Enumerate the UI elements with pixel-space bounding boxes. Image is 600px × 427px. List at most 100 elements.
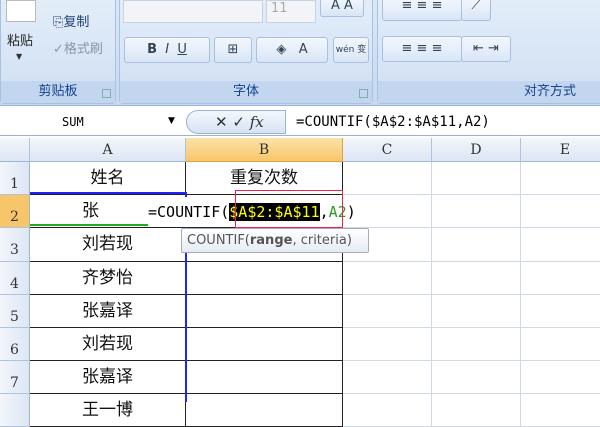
cell-b6[interactable] <box>186 328 343 361</box>
cell-c6[interactable] <box>343 328 432 361</box>
ribbon: 粘贴 ▼ ⎘复制 ✓格式刷 剪贴板 11 A A B I U ⊞ ◈ A wén… <box>0 0 600 106</box>
cell-a4[interactable]: 齐梦怡 <box>30 262 186 295</box>
phonetic-button[interactable]: wén 变 <box>333 37 369 63</box>
row-header-3[interactable]: 3 <box>0 228 30 262</box>
cell-d4[interactable] <box>432 262 521 295</box>
tooltip-range-arg: range <box>249 233 293 248</box>
cell-d2[interactable] <box>432 195 521 228</box>
cell-c8[interactable] <box>343 394 432 427</box>
cell-c5[interactable] <box>343 295 432 328</box>
name-box-dropdown-icon[interactable]: ▼ <box>168 116 175 126</box>
name-box[interactable]: SUM <box>0 110 183 134</box>
cell-c7[interactable] <box>343 361 432 394</box>
clipboard-group: 粘贴 ▼ ⎘复制 ✓格式刷 剪贴板 <box>0 0 116 104</box>
vertical-align-buttons[interactable]: ≡ ≡ ≡ <box>382 0 462 21</box>
cell-e7[interactable] <box>521 361 600 394</box>
cancel-button[interactable]: ✕ <box>215 113 228 131</box>
fill-and-font-color: ◈ A <box>256 37 328 63</box>
paste-icon <box>6 0 36 22</box>
cell-d5[interactable] <box>432 295 521 328</box>
function-tooltip: COUNTIF(range, criteria) <box>181 228 369 253</box>
insert-function-button[interactable]: fx <box>250 113 264 131</box>
cell-a6[interactable]: 刘若现 <box>30 328 186 361</box>
font-color-button[interactable]: A <box>299 42 308 57</box>
column-header-e[interactable]: E <box>521 138 600 162</box>
copy-label: 复制 <box>63 15 90 30</box>
cell-e2[interactable] <box>521 195 600 228</box>
row-header-4[interactable]: 4 <box>0 262 30 295</box>
cell-a8[interactable]: 王一博 <box>30 394 186 427</box>
row-header-6[interactable]: 6 <box>0 328 30 361</box>
cell-e5[interactable] <box>521 295 600 328</box>
underline-button[interactable]: U <box>177 42 187 57</box>
enter-button[interactable]: ✓ <box>232 113 245 131</box>
cell-e6[interactable] <box>521 328 600 361</box>
cell-c2[interactable] <box>343 195 432 228</box>
format-painter-label: 格式刷 <box>63 42 103 57</box>
cell-e4[interactable] <box>521 262 600 295</box>
column-header-c[interactable]: C <box>343 138 432 162</box>
spreadsheet-grid: A B C D E 1 姓名 重复次数 2 张 3 刘若现 4 齐梦怡 5 张嘉译 6 刘若现 7 张嘉译王… <box>0 138 600 427</box>
column-header-d[interactable]: D <box>432 138 521 162</box>
cell-e1[interactable] <box>521 162 600 195</box>
cell-a7[interactable]: 张嘉译 <box>30 361 186 394</box>
column-header-a[interactable]: A <box>30 138 186 162</box>
font-group: 11 A A B I U ⊞ ◈ A wén 变 字体 <box>119 0 373 104</box>
cell-b5[interactable] <box>186 295 343 328</box>
paste-dropdown-icon[interactable]: ▼ <box>16 52 22 61</box>
row-header-2[interactable]: 2 <box>0 195 30 228</box>
orientation-button[interactable]: ⟋ <box>461 0 491 21</box>
clipboard-group-label: 剪贴板 <box>1 81 115 103</box>
cell-a3[interactable]: 刘若现 <box>30 228 186 262</box>
grow-shrink-font-buttons[interactable]: A A <box>320 0 364 17</box>
cell-c1[interactable] <box>343 162 432 195</box>
cell-e8[interactable] <box>521 394 600 427</box>
font-size-select[interactable]: 11 <box>266 0 316 23</box>
cell-c4[interactable] <box>343 262 432 295</box>
row-header-5[interactable]: 5 <box>0 295 30 328</box>
select-all-button[interactable] <box>0 138 30 162</box>
range-highlight-box <box>235 190 343 228</box>
paste-button[interactable]: 粘贴 <box>7 30 33 49</box>
format-painter-button[interactable]: ✓格式刷 <box>53 38 103 57</box>
formula-prefix: =COUNTIF( <box>148 203 230 221</box>
cell-e3[interactable] <box>521 228 600 262</box>
copy-button[interactable]: ⎘复制 <box>53 11 89 30</box>
cell-b7[interactable] <box>186 361 343 394</box>
font-group-label: 字体 <box>120 81 372 103</box>
cell-a5[interactable]: 张嘉译 <box>30 295 186 328</box>
font-name-select[interactable] <box>123 0 263 23</box>
alignment-group-label: 对齐方式 <box>378 81 600 103</box>
clipboard-launcher-icon[interactable] <box>102 89 111 98</box>
tooltip-function: COUNTIF( <box>187 233 250 248</box>
tooltip-criteria-arg: , criteria) <box>292 233 352 248</box>
formula-close-paren: ) <box>346 203 356 221</box>
formula-input[interactable]: =COUNTIF($A$2:$A$11,A2) <box>296 110 490 134</box>
formula-bar: SUM ▼ ✕ ✓ fx =COUNTIF($A$2:$A$11,A2) <box>0 108 600 136</box>
copy-icon: ⎘ <box>53 15 64 30</box>
indent-buttons[interactable]: ⇤ ⇥ <box>461 36 511 62</box>
cell-a1[interactable]: 姓名 <box>30 162 186 195</box>
cell-d7[interactable] <box>432 361 521 394</box>
bold-button[interactable]: B <box>147 42 157 57</box>
cell-d1[interactable] <box>432 162 521 195</box>
borders-icon: ⊞ <box>227 42 239 57</box>
fill-color-icon[interactable]: ◈ <box>276 42 286 57</box>
cell-b8[interactable] <box>186 394 343 427</box>
row-header-1[interactable]: 1 <box>0 162 30 195</box>
row-header-7[interactable]: 7 <box>0 361 30 394</box>
row-header-8[interactable] <box>0 394 30 427</box>
brush-icon: ✓ <box>53 42 64 57</box>
alignment-group: ≡ ≡ ≡ ⟋ ≡ ≡ ≡ ⇤ ⇥ 对齐方式 <box>377 0 600 104</box>
cell-d3[interactable] <box>432 228 521 262</box>
cell-d6[interactable] <box>432 328 521 361</box>
cell-d8[interactable] <box>432 394 521 427</box>
font-launcher-icon[interactable] <box>359 89 368 98</box>
formula-buttons: ✕ ✓ fx <box>186 110 286 134</box>
borders-button[interactable]: ⊞ <box>214 37 252 63</box>
cell-b4[interactable] <box>186 262 343 295</box>
italic-button[interactable]: I <box>165 42 169 57</box>
column-header-b[interactable]: B <box>186 138 343 162</box>
horizontal-align-buttons[interactable]: ≡ ≡ ≡ <box>382 36 462 62</box>
bold-italic-underline-group: B I U <box>124 37 210 63</box>
